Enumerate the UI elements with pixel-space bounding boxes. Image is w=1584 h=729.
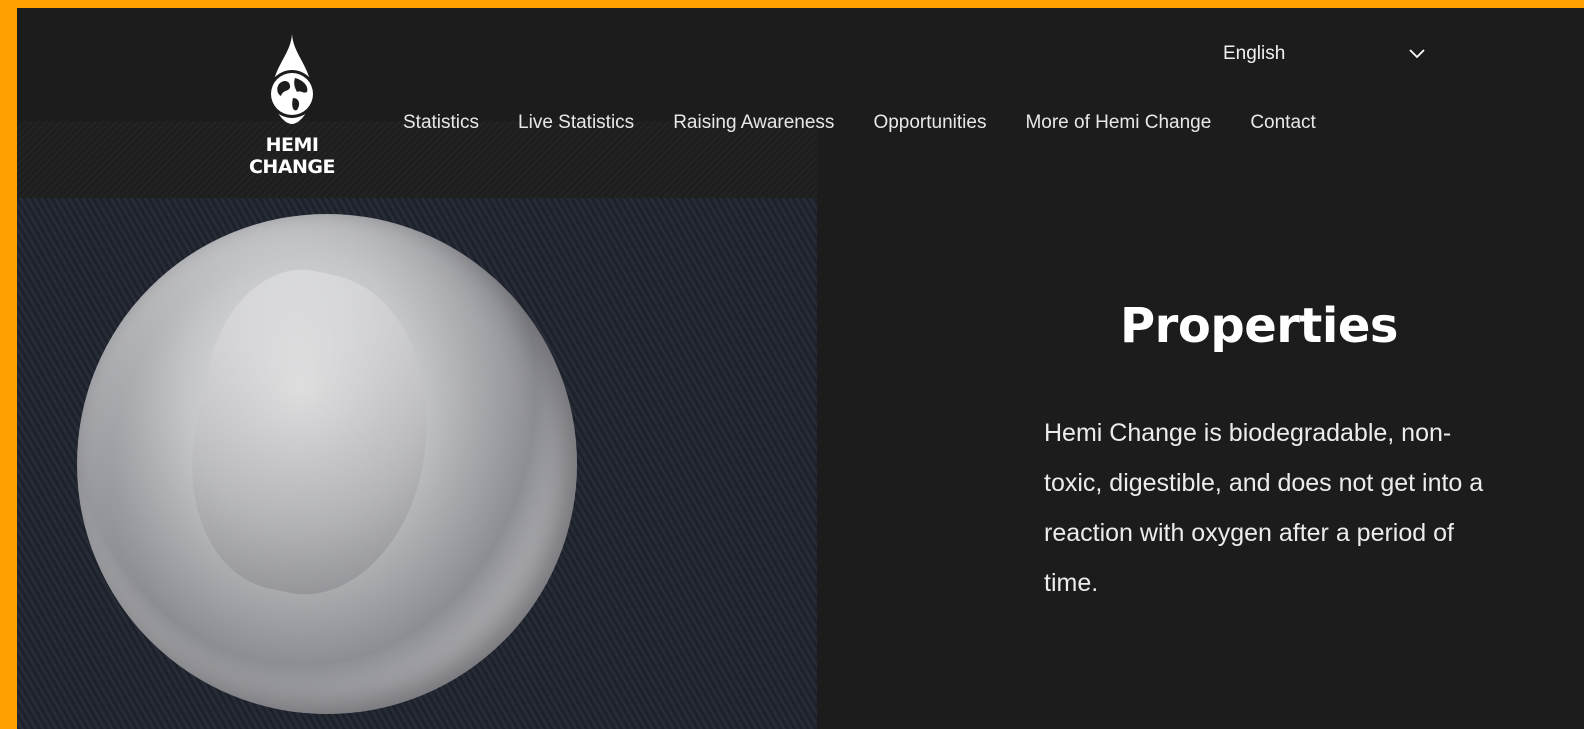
page-frame: HEMI CHANGE English Statistics Live Stat… [17, 8, 1584, 729]
brand-name: HEMI CHANGE [248, 134, 336, 178]
product-photo [17, 198, 817, 729]
nav-item-live-statistics[interactable]: Live Statistics [518, 112, 634, 134]
site-logo[interactable]: HEMI CHANGE [222, 32, 362, 178]
section-title: Properties [1120, 298, 1398, 354]
chevron-down-icon [1409, 49, 1425, 59]
language-selected-value: English [1223, 43, 1286, 64]
main-nav: Statistics Live Statistics Raising Aware… [403, 112, 1316, 134]
nav-item-statistics[interactable]: Statistics [403, 112, 479, 134]
nav-item-opportunities[interactable]: Opportunities [873, 112, 986, 134]
language-selector[interactable]: English [1223, 40, 1425, 68]
globe-droplet-icon [268, 34, 316, 124]
foil-disc-image [77, 214, 577, 714]
nav-item-more-of-hemi-change[interactable]: More of Hemi Change [1025, 112, 1211, 134]
nav-item-contact[interactable]: Contact [1250, 112, 1315, 134]
site-header: HEMI CHANGE English Statistics Live Stat… [17, 8, 1584, 198]
nav-item-raising-awareness[interactable]: Raising Awareness [673, 112, 834, 134]
section-body: Hemi Change is biodegradable, non-toxic,… [1044, 419, 1484, 597]
